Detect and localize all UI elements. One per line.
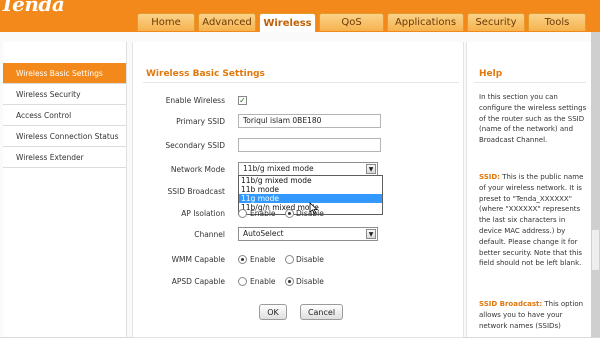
channel-select[interactable]: AutoSelect ▼ xyxy=(238,227,378,241)
chevron-down-icon[interactable]: ▼ xyxy=(366,164,376,174)
section-divider xyxy=(143,82,459,83)
ap-isolation-enable-radio[interactable] xyxy=(238,209,247,218)
tenda-logo: Tenda xyxy=(0,0,65,16)
wmm-capable-label: WMM Capable xyxy=(171,255,225,264)
sidebar: Wireless Basic Settings Wireless Securit… xyxy=(3,42,127,337)
apsd-enable-text: Enable xyxy=(250,277,276,286)
mouse-cursor-icon xyxy=(309,202,318,214)
section-title: Wireless Basic Settings xyxy=(146,69,265,79)
help-title: Help xyxy=(479,69,503,79)
tab-security[interactable]: Security xyxy=(467,13,525,31)
primary-ssid-input[interactable]: Toriqul islam 0BE180 xyxy=(238,114,381,128)
ap-isolation-disable-radio[interactable] xyxy=(285,209,294,218)
help-ssid-text: This is the public name of your wireless… xyxy=(479,173,584,268)
help-broadcast-term: SSID Broadcast: xyxy=(479,300,543,308)
sidebar-item-wireless-basic-settings[interactable]: Wireless Basic Settings xyxy=(3,63,126,84)
ok-button[interactable]: OK xyxy=(259,304,287,320)
channel-label: Channel xyxy=(194,230,225,239)
tab-applications[interactable]: Applications xyxy=(387,13,464,31)
apsd-capable-label: APSD Capable xyxy=(171,277,225,286)
tab-tools[interactable]: Tools xyxy=(528,13,586,31)
apsd-disable-radio[interactable] xyxy=(285,277,294,286)
network-mode-option[interactable]: 11b/g mixed mode xyxy=(239,176,382,185)
help-intro: In this section you can configure the wi… xyxy=(479,93,587,145)
network-mode-option[interactable]: 11b mode xyxy=(239,185,382,194)
primary-ssid-label: Primary SSID xyxy=(176,117,225,126)
tab-wireless[interactable]: Wireless xyxy=(259,13,316,32)
sidebar-item-wireless-extender[interactable]: Wireless Extender xyxy=(3,147,126,168)
help-broadcast-section: SSID Broadcast: This option allows you t… xyxy=(479,299,589,331)
sidebar-item-access-control[interactable]: Access Control xyxy=(3,105,126,126)
page-scrollbar[interactable] xyxy=(591,32,600,337)
network-mode-value: 11b/g mixed mode xyxy=(243,164,314,173)
main-nav-tabs: Home Advanced Wireless QoS Applications … xyxy=(137,13,589,32)
network-mode-label: Network Mode xyxy=(170,165,225,174)
help-ssid-section: SSID: This is the public name of your wi… xyxy=(479,172,589,269)
enable-wireless-checkbox[interactable]: ✓ xyxy=(238,96,247,105)
tab-home[interactable]: Home xyxy=(137,13,195,31)
wmm-enable-text: Enable xyxy=(250,255,276,264)
page-scrollbar-thumb[interactable] xyxy=(592,230,599,270)
chevron-down-icon[interactable]: ▼ xyxy=(366,229,376,239)
apsd-enable-radio[interactable] xyxy=(238,277,247,286)
help-ssid-term: SSID: xyxy=(479,173,500,181)
secondary-ssid-label: Secondary SSID xyxy=(165,141,225,150)
tab-advanced[interactable]: Advanced xyxy=(198,13,256,31)
ap-isolation-enable-text: Enable xyxy=(250,209,276,218)
wmm-enable-radio[interactable] xyxy=(238,255,247,264)
ssid-broadcast-label: SSID Broadcast xyxy=(167,187,225,196)
wmm-disable-text: Disable xyxy=(296,255,324,264)
tab-qos[interactable]: QoS xyxy=(319,13,384,31)
sidebar-item-wireless-security[interactable]: Wireless Security xyxy=(3,84,126,105)
ap-isolation-label: AP Isolation xyxy=(181,209,225,218)
enable-wireless-label: Enable Wireless xyxy=(165,96,225,105)
channel-value: AutoSelect xyxy=(243,229,284,238)
apsd-disable-text: Disable xyxy=(296,277,324,286)
check-icon: ✓ xyxy=(239,96,246,105)
secondary-ssid-input[interactable] xyxy=(238,138,381,152)
wmm-disable-radio[interactable] xyxy=(285,255,294,264)
network-mode-select[interactable]: 11b/g mixed mode ▼ xyxy=(238,162,378,176)
help-divider xyxy=(474,82,586,83)
sidebar-item-wireless-connection-status[interactable]: Wireless Connection Status xyxy=(3,126,126,147)
cancel-button[interactable]: Cancel xyxy=(300,304,343,320)
